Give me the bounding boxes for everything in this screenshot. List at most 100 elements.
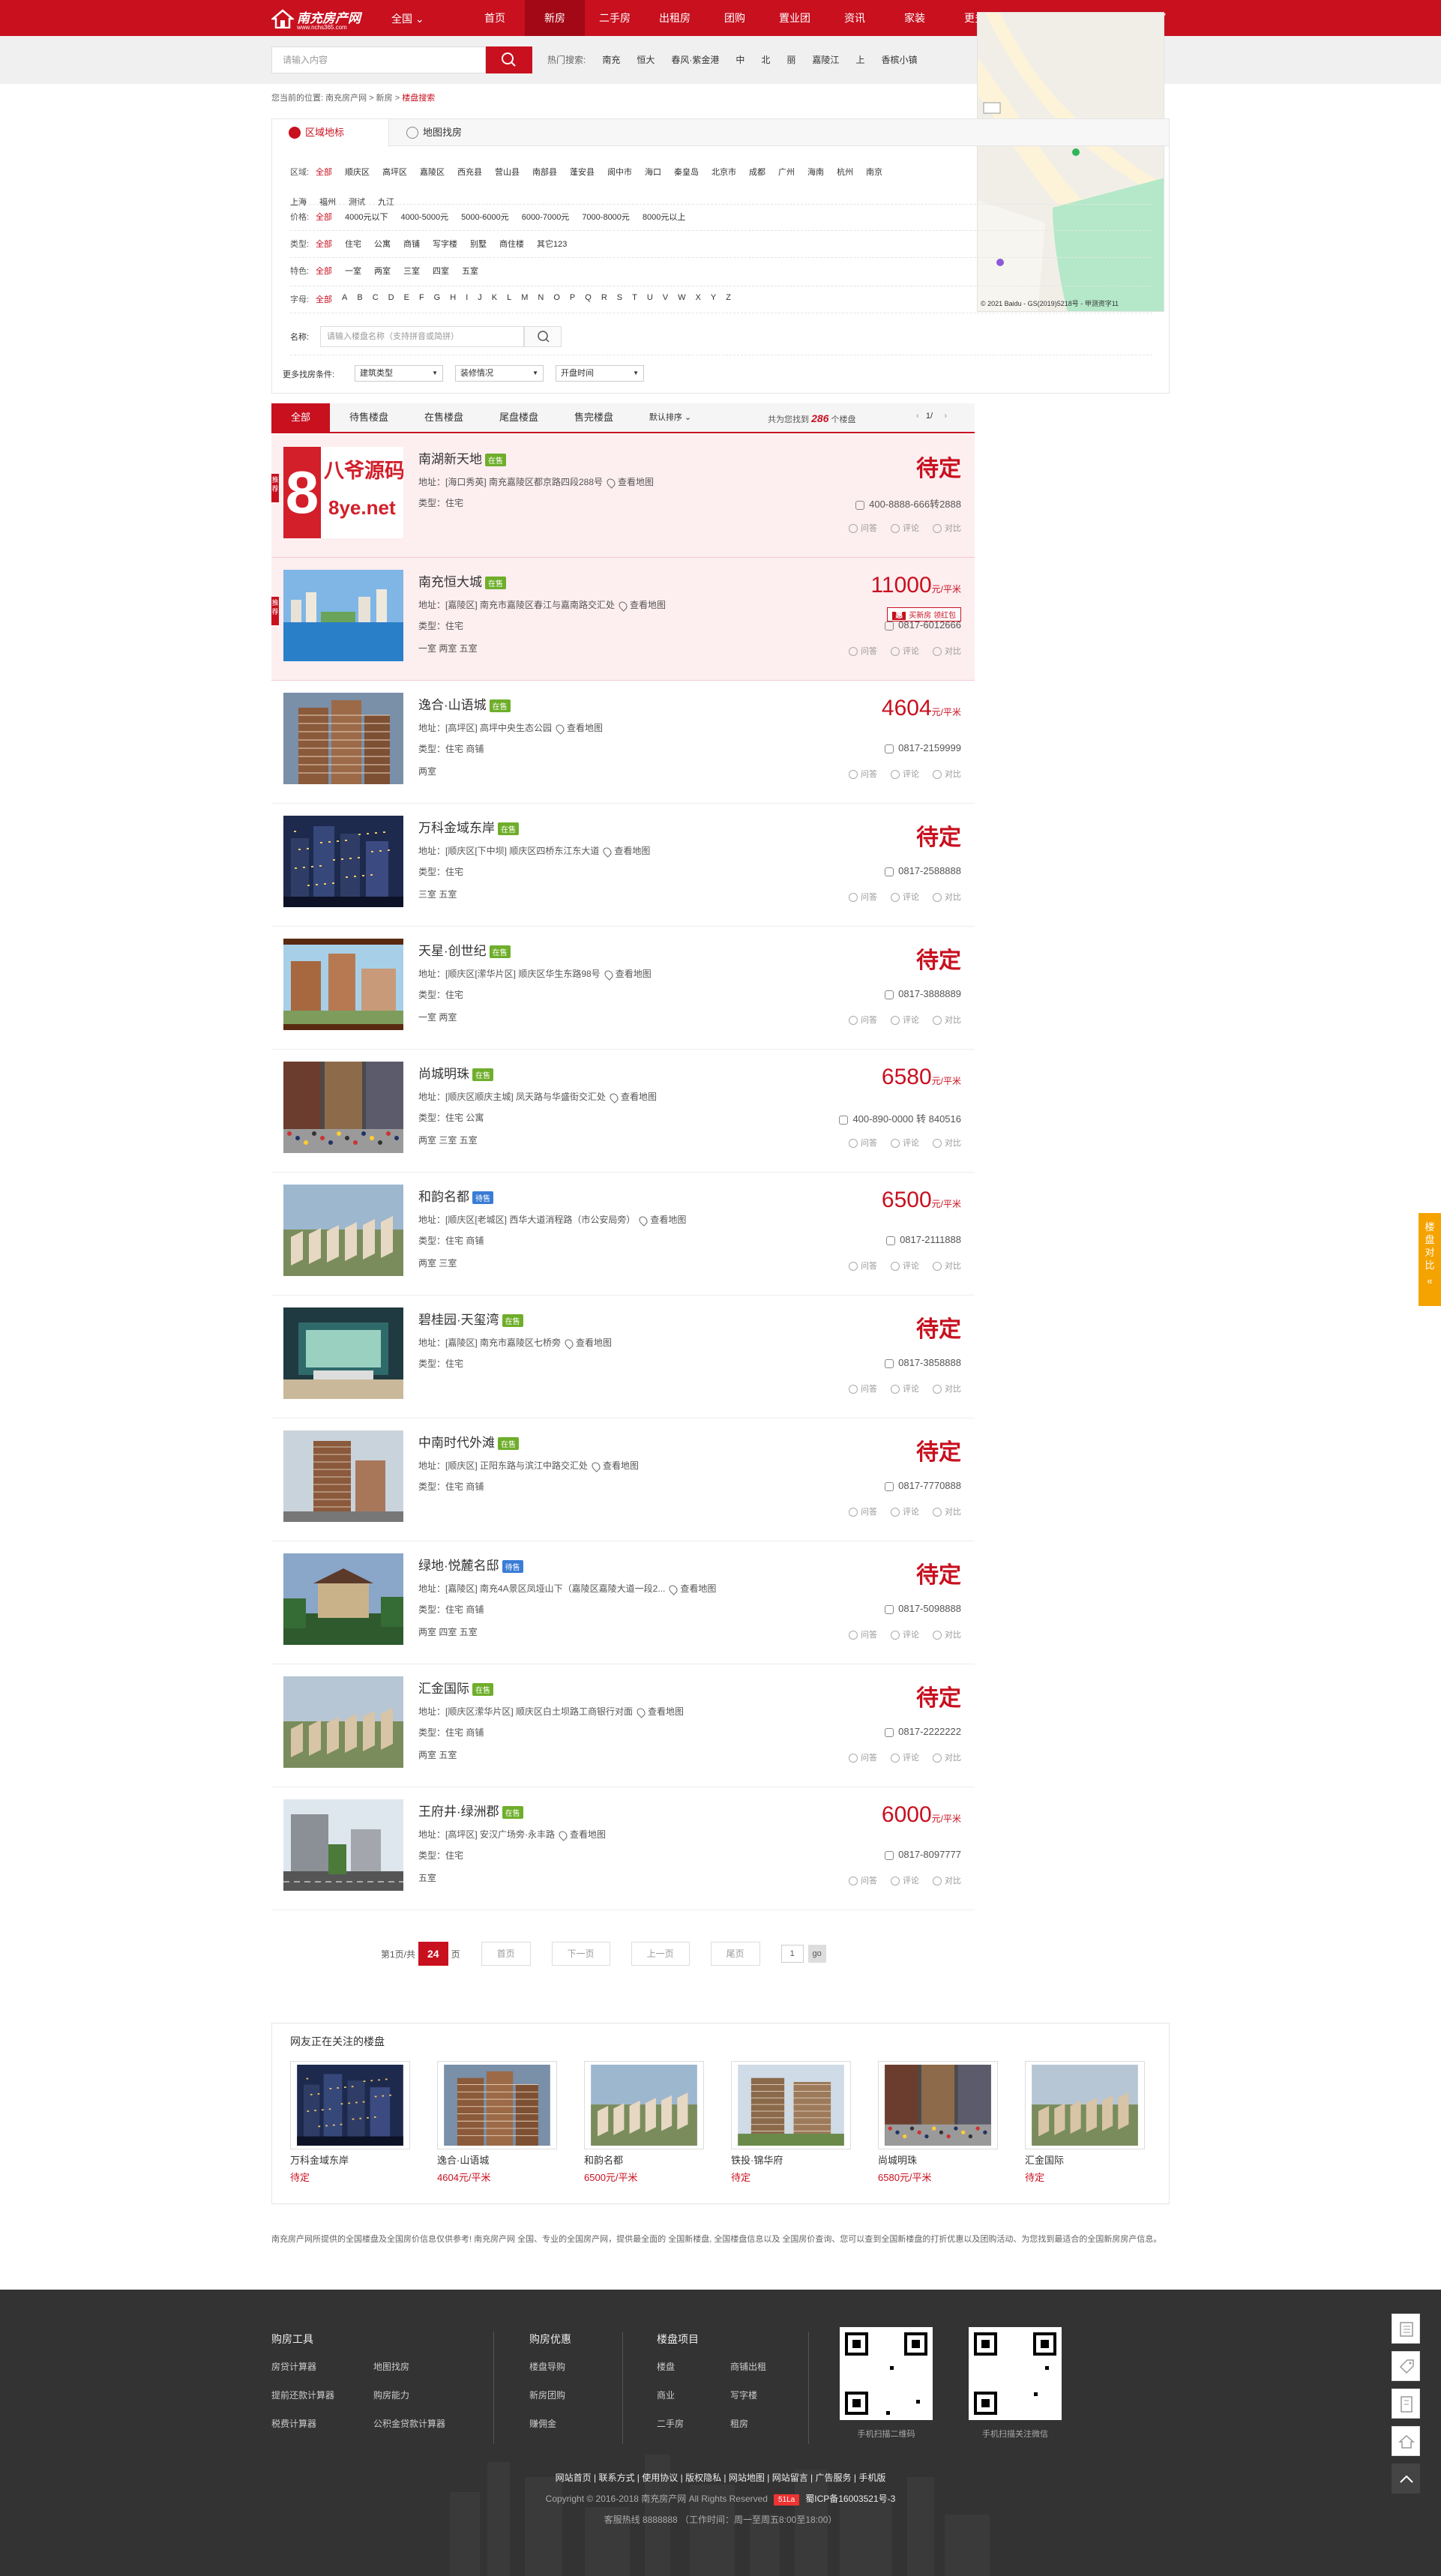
footer-nav-link[interactable]: 手机版 (858, 2473, 885, 2483)
home-tool-button[interactable] (1392, 2426, 1420, 2456)
footer-link[interactable]: 税费计算器 (271, 2417, 373, 2446)
filter-option[interactable]: 杭州 (837, 166, 853, 178)
listing-row[interactable]: 逸合·山语城 在售 地址：[高坪区] 高坪中央生态公园 查看地图 类型：住宅 商铺 两室 4… (271, 681, 975, 804)
view-map-link[interactable]: 查看地图 (648, 1706, 684, 1717)
sort-dropdown[interactable]: 默认排序 ⌄ (636, 403, 705, 432)
filter-option[interactable]: 商住楼 (499, 238, 524, 250)
filter-option[interactable]: M (521, 293, 528, 305)
popular-card[interactable]: 铁投·锦华府 待定 (731, 2061, 851, 2184)
popular-card-name[interactable]: 汇金国际 (1025, 2152, 1145, 2167)
comment-action[interactable]: 评论 (891, 1137, 919, 1149)
footer-link[interactable]: 商铺出租 (730, 2360, 804, 2389)
listing-title[interactable]: 天星·创世纪 (418, 944, 487, 958)
footer-link[interactable]: 购房能力 (373, 2389, 475, 2417)
qa-action[interactable]: 问答 (849, 1628, 877, 1640)
view-map-link[interactable]: 查看地图 (616, 969, 652, 979)
filter-option[interactable]: B (357, 293, 362, 305)
listing-row[interactable]: 碧桂园·天玺湾 在售 地址：[嘉陵区] 南充市嘉陵区七桥旁 查看地图 类型：住宅 待定 08… (271, 1295, 975, 1418)
compare-panel-toggle[interactable]: 楼盘对比 « (1419, 1213, 1441, 1306)
tab-sold-out[interactable]: 售完楼盘 (556, 403, 631, 432)
filter-option[interactable]: 南京 (866, 166, 882, 178)
listing-name[interactable]: 万科金域东岸 在售 (418, 817, 519, 836)
select-open-time[interactable]: 开盘时间 ▼ (556, 365, 644, 382)
filter-option[interactable]: C (373, 293, 379, 305)
building-tool-button[interactable] (1392, 2389, 1420, 2419)
comment-action[interactable]: 评论 (891, 768, 919, 780)
filter-option[interactable]: H (450, 293, 456, 305)
filter-option[interactable]: 住宅 (345, 238, 361, 250)
popular-card-photo[interactable] (878, 2061, 998, 2149)
popular-card-name[interactable]: 逸合·山语城 (437, 2152, 557, 2167)
listing-row[interactable]: 万科金域东岸 在售 地址：[顺庆区[下中坝] 顺庆区四桥东江东大道 查看地图 类型：住宅… (271, 804, 975, 927)
comment-action[interactable]: 评论 (891, 1628, 919, 1640)
popular-card-photo[interactable] (584, 2061, 704, 2149)
hot-search-link[interactable]: 南充 (602, 53, 620, 66)
listing-title[interactable]: 南湖新天地 (418, 452, 482, 466)
popular-card-name[interactable]: 万科金域东岸 (290, 2152, 410, 2167)
compare-action[interactable]: 对比 (933, 1874, 961, 1886)
qa-action[interactable]: 问答 (849, 1505, 877, 1517)
footer-link[interactable]: 房贷计算器 (271, 2360, 373, 2389)
filter-option[interactable]: 四室 (433, 265, 449, 277)
stats-badge[interactable]: 51La (773, 2494, 800, 2506)
listing-name[interactable]: 南充恒大城 在售 (418, 571, 506, 590)
filter-option[interactable]: 顺庆区 (345, 166, 370, 178)
filter-option[interactable]: 全部 (316, 293, 332, 305)
filter-option[interactable]: Q (585, 293, 592, 305)
listing-title[interactable]: 逸合·山语城 (418, 698, 487, 712)
filter-option[interactable]: 秦皇岛 (674, 166, 699, 178)
hot-search-link[interactable]: 恒大 (637, 53, 655, 66)
listing-title[interactable]: 南充恒大城 (418, 575, 482, 589)
filter-option[interactable]: T (632, 293, 637, 305)
popular-card-name[interactable]: 和韵名都 (584, 2152, 704, 2167)
view-map-link[interactable]: 查看地图 (630, 600, 666, 610)
back-to-top-button[interactable] (1392, 2464, 1420, 2494)
compare-action[interactable]: 对比 (933, 1382, 961, 1394)
filter-option[interactable]: 北京市 (712, 166, 736, 178)
hot-search-link[interactable]: 春风·紫金港 (671, 53, 719, 66)
view-map-link[interactable]: 查看地图 (576, 1337, 612, 1348)
listing-thumbnail[interactable] (283, 816, 403, 907)
tag-tool-button[interactable] (1392, 2351, 1420, 2381)
filter-option[interactable]: 三室 (403, 265, 420, 277)
qa-action[interactable]: 问答 (849, 1260, 877, 1272)
filter-option[interactable]: X (696, 293, 701, 305)
tab-all[interactable]: 全部 (271, 403, 330, 432)
listing-name[interactable]: 天星·创世纪 在售 (418, 940, 511, 959)
view-map-link[interactable]: 查看地图 (570, 1829, 606, 1840)
comment-action[interactable]: 评论 (891, 1505, 919, 1517)
filter-option[interactable]: 西充县 (457, 166, 482, 178)
filter-option[interactable]: F (419, 293, 424, 305)
listing-thumbnail[interactable] (283, 1553, 403, 1645)
comment-action[interactable]: 评论 (891, 1014, 919, 1026)
page-input[interactable]: 1 (780, 1945, 804, 1963)
listing-name[interactable]: 和韵名都 待售 (418, 1186, 493, 1205)
footer-link[interactable]: 楼盘导购 (529, 2360, 631, 2389)
filter-option[interactable]: 其它123 (537, 238, 567, 250)
filter-option[interactable]: 成都 (749, 166, 765, 178)
next-page-button[interactable]: 下一页 (551, 1942, 610, 1966)
comment-action[interactable]: 评论 (891, 891, 919, 903)
listing-name[interactable]: 汇金国际 在售 (418, 1678, 493, 1697)
nav-item[interactable]: 首页 (465, 0, 525, 36)
listing-title[interactable]: 中南时代外滩 (418, 1436, 495, 1450)
prev-arrow-icon[interactable]: ‹ (916, 412, 919, 421)
filter-option[interactable]: D (388, 293, 394, 305)
filter-option[interactable]: K (492, 293, 497, 305)
compare-action[interactable]: 对比 (933, 1014, 961, 1026)
tab-on-sale[interactable]: 在售楼盘 (406, 403, 481, 432)
hot-search-link[interactable]: 嘉陵江 (812, 53, 839, 66)
hot-search-link[interactable]: 中 (735, 53, 744, 66)
compare-action[interactable]: 对比 (933, 1137, 961, 1149)
listing-title[interactable]: 和韵名都 (418, 1190, 469, 1204)
view-map-link[interactable]: 查看地图 (618, 477, 654, 487)
footer-nav-link[interactable]: 网站首页 (556, 2473, 592, 2483)
filter-option[interactable]: U (647, 293, 653, 305)
filter-option[interactable]: 海口 (645, 166, 661, 178)
listing-name[interactable]: 逸合·山语城 在售 (418, 694, 511, 713)
footer-nav-link[interactable]: 版权隐私 (685, 2473, 721, 2483)
filter-option[interactable]: 一室 (345, 265, 361, 277)
view-map-link[interactable]: 查看地图 (650, 1215, 686, 1225)
listing-row[interactable]: 尚城明珠 在售 地址：[顺庆区顺庆主城] 凤天路与华盛街交汇处 查看地图 类型：住宅 公… (271, 1050, 975, 1173)
listing-title[interactable]: 碧桂园·天玺湾 (418, 1313, 499, 1327)
